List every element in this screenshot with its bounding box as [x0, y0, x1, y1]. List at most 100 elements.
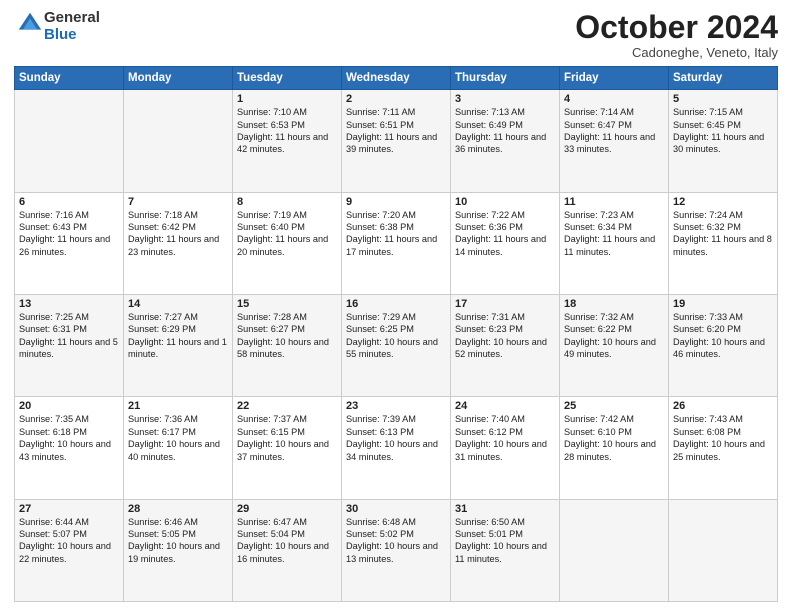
calendar-cell: 26Sunrise: 7:43 AM Sunset: 6:08 PM Dayli… [669, 397, 778, 499]
day-info: Sunrise: 7:25 AM Sunset: 6:31 PM Dayligh… [19, 311, 119, 361]
calendar-cell: 6Sunrise: 7:16 AM Sunset: 6:43 PM Daylig… [15, 192, 124, 294]
logo: General Blue [14, 10, 100, 43]
day-number: 25 [564, 400, 664, 412]
calendar-cell: 11Sunrise: 7:23 AM Sunset: 6:34 PM Dayli… [560, 192, 669, 294]
logo-text-blue: Blue [44, 27, 100, 44]
day-number: 18 [564, 298, 664, 310]
calendar-cell: 22Sunrise: 7:37 AM Sunset: 6:15 PM Dayli… [233, 397, 342, 499]
day-number: 17 [455, 298, 555, 310]
day-number: 8 [237, 196, 337, 208]
logo-text-general: General [44, 10, 100, 27]
day-number: 7 [128, 196, 228, 208]
day-number: 9 [346, 196, 446, 208]
week-row-5: 27Sunrise: 6:44 AM Sunset: 5:07 PM Dayli… [15, 499, 778, 601]
week-row-1: 1Sunrise: 7:10 AM Sunset: 6:53 PM Daylig… [15, 90, 778, 192]
day-number: 6 [19, 196, 119, 208]
calendar-body: 1Sunrise: 7:10 AM Sunset: 6:53 PM Daylig… [15, 90, 778, 602]
week-row-2: 6Sunrise: 7:16 AM Sunset: 6:43 PM Daylig… [15, 192, 778, 294]
calendar-cell: 12Sunrise: 7:24 AM Sunset: 6:32 PM Dayli… [669, 192, 778, 294]
day-info: Sunrise: 7:43 AM Sunset: 6:08 PM Dayligh… [673, 413, 773, 463]
day-number: 1 [237, 93, 337, 105]
day-info: Sunrise: 7:33 AM Sunset: 6:20 PM Dayligh… [673, 311, 773, 361]
day-info: Sunrise: 7:36 AM Sunset: 6:17 PM Dayligh… [128, 413, 228, 463]
day-number: 30 [346, 503, 446, 515]
location: Cadoneghe, Veneto, Italy [575, 45, 778, 60]
day-info: Sunrise: 6:44 AM Sunset: 5:07 PM Dayligh… [19, 516, 119, 566]
weekday-header-tuesday: Tuesday [233, 67, 342, 90]
day-info: Sunrise: 7:13 AM Sunset: 6:49 PM Dayligh… [455, 106, 555, 156]
day-number: 31 [455, 503, 555, 515]
day-info: Sunrise: 7:28 AM Sunset: 6:27 PM Dayligh… [237, 311, 337, 361]
weekday-header-wednesday: Wednesday [342, 67, 451, 90]
page: General Blue October 2024 Cadoneghe, Ven… [0, 0, 792, 612]
day-info: Sunrise: 7:10 AM Sunset: 6:53 PM Dayligh… [237, 106, 337, 156]
day-info: Sunrise: 7:29 AM Sunset: 6:25 PM Dayligh… [346, 311, 446, 361]
day-info: Sunrise: 7:22 AM Sunset: 6:36 PM Dayligh… [455, 209, 555, 259]
day-number: 16 [346, 298, 446, 310]
day-info: Sunrise: 6:46 AM Sunset: 5:05 PM Dayligh… [128, 516, 228, 566]
day-info: Sunrise: 7:14 AM Sunset: 6:47 PM Dayligh… [564, 106, 664, 156]
calendar-cell [560, 499, 669, 601]
calendar-cell: 5Sunrise: 7:15 AM Sunset: 6:45 PM Daylig… [669, 90, 778, 192]
calendar-cell: 13Sunrise: 7:25 AM Sunset: 6:31 PM Dayli… [15, 294, 124, 396]
calendar-cell: 2Sunrise: 7:11 AM Sunset: 6:51 PM Daylig… [342, 90, 451, 192]
calendar-cell: 10Sunrise: 7:22 AM Sunset: 6:36 PM Dayli… [451, 192, 560, 294]
day-number: 10 [455, 196, 555, 208]
day-info: Sunrise: 7:27 AM Sunset: 6:29 PM Dayligh… [128, 311, 228, 361]
header: General Blue October 2024 Cadoneghe, Ven… [14, 10, 778, 60]
day-info: Sunrise: 7:31 AM Sunset: 6:23 PM Dayligh… [455, 311, 555, 361]
day-number: 23 [346, 400, 446, 412]
calendar-cell: 17Sunrise: 7:31 AM Sunset: 6:23 PM Dayli… [451, 294, 560, 396]
day-number: 27 [19, 503, 119, 515]
calendar-cell: 21Sunrise: 7:36 AM Sunset: 6:17 PM Dayli… [124, 397, 233, 499]
day-info: Sunrise: 7:11 AM Sunset: 6:51 PM Dayligh… [346, 106, 446, 156]
calendar-cell [669, 499, 778, 601]
weekday-header-friday: Friday [560, 67, 669, 90]
calendar-cell [124, 90, 233, 192]
day-number: 2 [346, 93, 446, 105]
calendar-cell: 25Sunrise: 7:42 AM Sunset: 6:10 PM Dayli… [560, 397, 669, 499]
day-number: 19 [673, 298, 773, 310]
calendar-table: SundayMondayTuesdayWednesdayThursdayFrid… [14, 66, 778, 602]
logo-icon [16, 10, 44, 38]
day-number: 28 [128, 503, 228, 515]
day-info: Sunrise: 7:37 AM Sunset: 6:15 PM Dayligh… [237, 413, 337, 463]
calendar-cell: 14Sunrise: 7:27 AM Sunset: 6:29 PM Dayli… [124, 294, 233, 396]
calendar-cell [15, 90, 124, 192]
week-row-4: 20Sunrise: 7:35 AM Sunset: 6:18 PM Dayli… [15, 397, 778, 499]
weekday-header-sunday: Sunday [15, 67, 124, 90]
calendar-cell: 18Sunrise: 7:32 AM Sunset: 6:22 PM Dayli… [560, 294, 669, 396]
weekday-header-saturday: Saturday [669, 67, 778, 90]
day-info: Sunrise: 7:42 AM Sunset: 6:10 PM Dayligh… [564, 413, 664, 463]
calendar-cell: 19Sunrise: 7:33 AM Sunset: 6:20 PM Dayli… [669, 294, 778, 396]
title-block: October 2024 Cadoneghe, Veneto, Italy [575, 10, 778, 60]
calendar-cell: 16Sunrise: 7:29 AM Sunset: 6:25 PM Dayli… [342, 294, 451, 396]
weekday-header-row: SundayMondayTuesdayWednesdayThursdayFrid… [15, 67, 778, 90]
day-info: Sunrise: 7:19 AM Sunset: 6:40 PM Dayligh… [237, 209, 337, 259]
week-row-3: 13Sunrise: 7:25 AM Sunset: 6:31 PM Dayli… [15, 294, 778, 396]
day-info: Sunrise: 7:35 AM Sunset: 6:18 PM Dayligh… [19, 413, 119, 463]
calendar-cell: 23Sunrise: 7:39 AM Sunset: 6:13 PM Dayli… [342, 397, 451, 499]
day-info: Sunrise: 7:32 AM Sunset: 6:22 PM Dayligh… [564, 311, 664, 361]
day-info: Sunrise: 7:39 AM Sunset: 6:13 PM Dayligh… [346, 413, 446, 463]
calendar-cell: 3Sunrise: 7:13 AM Sunset: 6:49 PM Daylig… [451, 90, 560, 192]
day-info: Sunrise: 6:50 AM Sunset: 5:01 PM Dayligh… [455, 516, 555, 566]
weekday-header-thursday: Thursday [451, 67, 560, 90]
calendar-cell: 1Sunrise: 7:10 AM Sunset: 6:53 PM Daylig… [233, 90, 342, 192]
day-number: 13 [19, 298, 119, 310]
day-info: Sunrise: 7:23 AM Sunset: 6:34 PM Dayligh… [564, 209, 664, 259]
day-number: 15 [237, 298, 337, 310]
day-number: 20 [19, 400, 119, 412]
calendar-cell: 8Sunrise: 7:19 AM Sunset: 6:40 PM Daylig… [233, 192, 342, 294]
day-number: 4 [564, 93, 664, 105]
day-number: 3 [455, 93, 555, 105]
month-title: October 2024 [575, 10, 778, 45]
day-number: 22 [237, 400, 337, 412]
calendar-cell: 4Sunrise: 7:14 AM Sunset: 6:47 PM Daylig… [560, 90, 669, 192]
calendar-cell: 30Sunrise: 6:48 AM Sunset: 5:02 PM Dayli… [342, 499, 451, 601]
calendar-cell: 20Sunrise: 7:35 AM Sunset: 6:18 PM Dayli… [15, 397, 124, 499]
day-info: Sunrise: 7:16 AM Sunset: 6:43 PM Dayligh… [19, 209, 119, 259]
calendar-cell: 15Sunrise: 7:28 AM Sunset: 6:27 PM Dayli… [233, 294, 342, 396]
day-number: 24 [455, 400, 555, 412]
day-number: 29 [237, 503, 337, 515]
